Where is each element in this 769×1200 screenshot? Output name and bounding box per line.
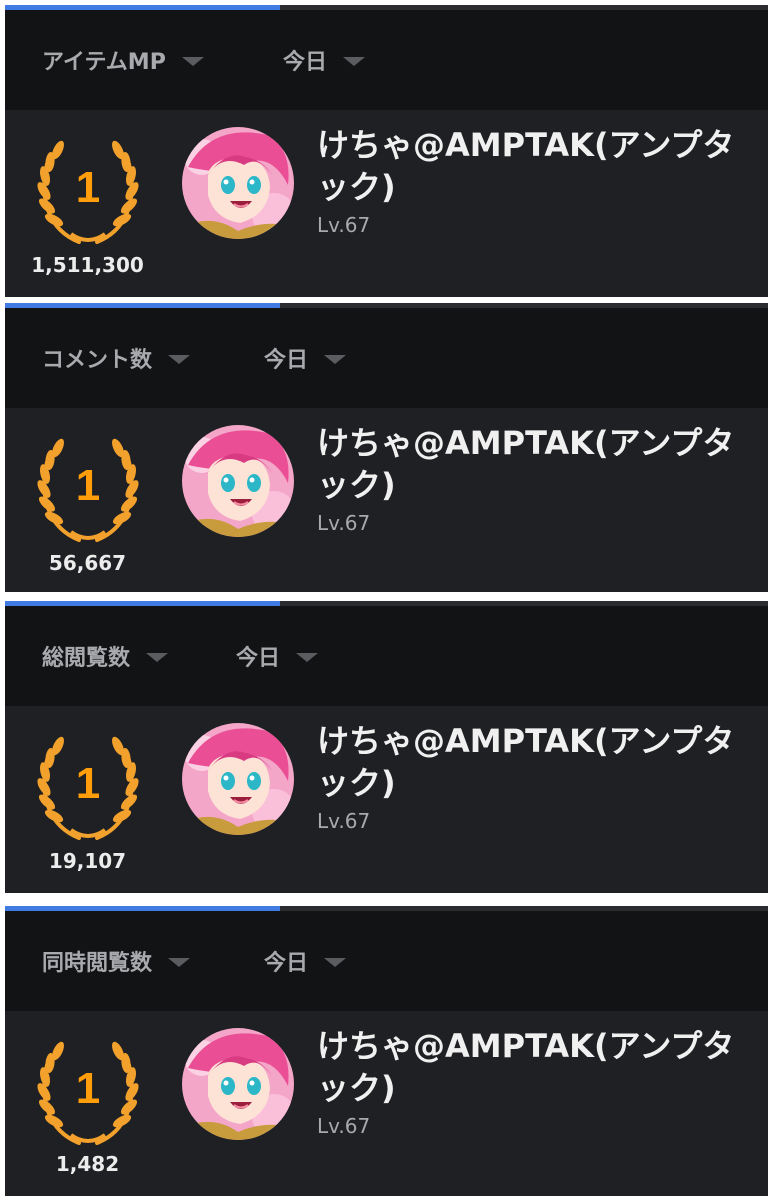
score-value: 19,107: [48, 849, 127, 873]
ranking-row[interactable]: 1 1,511,300 けちゃ@AMPTAK(アンプタック) Lv.67: [5, 110, 768, 297]
username-link[interactable]: けちゃ@AMPTAK(アンプタック): [317, 124, 747, 208]
username-link[interactable]: けちゃ@AMPTAK(アンプタック): [317, 422, 747, 506]
metric-label: コメント数: [42, 348, 153, 373]
period-label: 今日: [264, 951, 309, 976]
ranking-panel: アイテムMP 今日 1 1,511,300 けちゃ@AMPTAK(アンプタック)…: [5, 5, 768, 297]
metric-label: 同時閲覧数: [42, 951, 153, 976]
user-level: Lv.67: [317, 809, 371, 833]
rank-number: 1: [76, 163, 100, 212]
score-value: 1,511,300: [31, 253, 144, 277]
user-level: Lv.67: [317, 511, 371, 535]
period-dropdown[interactable]: 今日: [264, 911, 347, 1011]
metric-dropdown[interactable]: コメント数: [42, 308, 191, 408]
period-dropdown[interactable]: 今日: [264, 308, 347, 408]
period-dropdown[interactable]: 今日: [236, 606, 319, 706]
score-value: 56,667: [48, 551, 127, 575]
score-value: 1,482: [55, 1152, 120, 1176]
caret-down-icon: [181, 57, 204, 66]
user-avatar[interactable]: [182, 723, 294, 835]
ranking-row[interactable]: 1 56,667 けちゃ@AMPTAK(アンプタック) Lv.67: [5, 408, 768, 592]
caret-down-icon: [168, 355, 191, 364]
rank-number: 1: [76, 1064, 100, 1113]
username-link[interactable]: けちゃ@AMPTAK(アンプタック): [317, 720, 747, 804]
panel-header: コメント数 今日: [5, 308, 768, 408]
period-label: 今日: [264, 348, 309, 373]
user-avatar[interactable]: [182, 1028, 294, 1140]
username-link[interactable]: けちゃ@AMPTAK(アンプタック): [317, 1025, 747, 1109]
ranking-row[interactable]: 1 1,482 けちゃ@AMPTAK(アンプタック) Lv.67: [5, 1011, 768, 1196]
caret-down-icon: [343, 57, 366, 66]
metric-dropdown[interactable]: 総閲覧数: [42, 606, 169, 706]
period-dropdown[interactable]: 今日: [283, 10, 366, 110]
caret-down-icon: [324, 958, 347, 967]
caret-down-icon: [168, 958, 191, 967]
metric-label: アイテムMP: [42, 50, 166, 75]
laurel-wreath-icon: 1: [33, 134, 143, 246]
caret-down-icon: [324, 355, 347, 364]
period-label: 今日: [236, 646, 281, 671]
laurel-wreath-icon: 1: [33, 1035, 143, 1147]
metric-dropdown[interactable]: アイテムMP: [42, 10, 204, 110]
ranking-panel: 総閲覧数 今日 1 19,107 けちゃ@AMPTAK(アンプタック) Lv.6…: [5, 601, 768, 893]
user-level: Lv.67: [317, 1114, 371, 1138]
panel-header: 同時閲覧数 今日: [5, 911, 768, 1011]
ranking-panel: コメント数 今日 1 56,667 けちゃ@AMPTAK(アンプタック) Lv.…: [5, 303, 768, 592]
laurel-wreath-icon: 1: [33, 432, 143, 544]
caret-down-icon: [146, 653, 169, 662]
ranking-row[interactable]: 1 19,107 けちゃ@AMPTAK(アンプタック) Lv.67: [5, 706, 768, 893]
rank-number: 1: [76, 759, 100, 808]
user-level: Lv.67: [317, 213, 371, 237]
ranking-panel: 同時閲覧数 今日 1 1,482 けちゃ@AMPTAK(アンプタック) Lv.6…: [5, 906, 768, 1196]
panel-header: アイテムMP 今日: [5, 10, 768, 110]
panel-header: 総閲覧数 今日: [5, 606, 768, 706]
metric-label: 総閲覧数: [42, 646, 131, 671]
user-avatar[interactable]: [182, 425, 294, 537]
user-avatar[interactable]: [182, 127, 294, 239]
rank-number: 1: [76, 461, 100, 510]
metric-dropdown[interactable]: 同時閲覧数: [42, 911, 191, 1011]
caret-down-icon: [296, 653, 319, 662]
laurel-wreath-icon: 1: [33, 730, 143, 842]
period-label: 今日: [283, 50, 328, 75]
